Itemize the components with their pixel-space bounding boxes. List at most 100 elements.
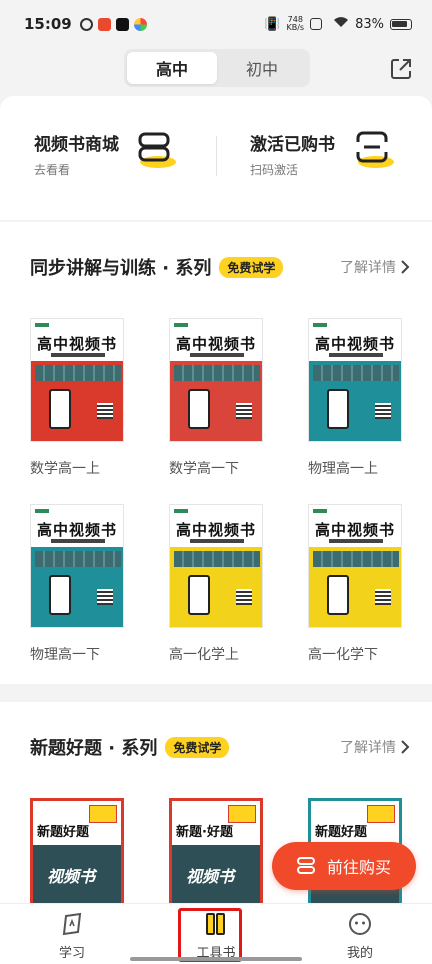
vibrate-icon: 📳 [264, 16, 281, 32]
book-card[interactable]: 新题·好题视频书 [169, 798, 263, 908]
cover-tag [174, 323, 188, 327]
book-store-icon [138, 132, 176, 168]
free-trial-badge: 免费试学 [219, 256, 284, 278]
cover-phone [327, 575, 349, 615]
app-notification-icon [79, 17, 93, 31]
cover-tag [313, 509, 327, 513]
book-card[interactable]: 新题好题视频书 [30, 798, 124, 908]
book-card[interactable]: 高中视频书高一化学上 [169, 504, 263, 664]
tab-high-school[interactable]: 高中 [127, 52, 217, 84]
cover-word: 视频书 [47, 867, 96, 886]
cover-subtitle-bar [329, 353, 383, 357]
cover-qr [236, 403, 252, 419]
book-label: 高一化学下 [308, 647, 378, 663]
video-book-store-subtitle: 去看看 [34, 163, 71, 177]
section-header: 新题好题 · 系列 免费试学 [30, 734, 230, 760]
tab-middle-school[interactable]: 初中 [217, 52, 307, 84]
cover-subtitle-bar [190, 353, 244, 357]
cover-title: 高中视频书 [36, 521, 117, 539]
learn-more-link[interactable]: 了解详情 [340, 737, 410, 757]
learn-more-link[interactable]: 了解详情 [340, 257, 410, 277]
cover-subtitle-bar [51, 353, 105, 357]
cover-title: 高中视频书 [175, 521, 256, 539]
learn-more-label: 了解详情 [340, 740, 396, 756]
battery-percent: 83% [355, 16, 384, 32]
status-bar: 15:09 📳 748 KB/s 83% [0, 0, 432, 48]
nav-label-learn: 学习 [58, 946, 85, 961]
cover-tag [313, 323, 327, 327]
book-card[interactable]: 高中视频书 数学高一下 [169, 318, 263, 478]
cover-sticker [367, 805, 395, 823]
book-card[interactable]: 高中视频书 数学高一上 [30, 318, 124, 478]
cover-strip [313, 365, 399, 381]
cover-subtitle-bar [51, 539, 105, 543]
sim-off-icon [310, 18, 323, 30]
cover-strip [174, 365, 260, 381]
activate-book-title: 激活已购书 [250, 135, 335, 155]
toolbook-highlight-box [178, 908, 242, 962]
activate-book-subtitle: 扫码激活 [250, 163, 299, 177]
cover-title: 新题好题 [315, 825, 368, 840]
go-buy-button[interactable]: 前往购买 [272, 842, 416, 890]
cover-title: 新题·好题 [176, 825, 233, 840]
profile-icon [349, 913, 371, 935]
book-cover: 新题·好题视频书 [169, 798, 263, 908]
cover-tag [174, 509, 188, 513]
go-buy-label: 前往购买 [326, 858, 391, 877]
activate-book-entry[interactable]: 激活已购书 扫码激活 [216, 96, 432, 220]
cover-title: 新题好题 [37, 825, 90, 840]
scan-icon [356, 131, 394, 168]
cover-tag [35, 509, 49, 513]
book-cover: 高中视频书 [30, 504, 124, 628]
section-title: 同步讲解与训练 · 系列 [30, 258, 212, 279]
video-book-store-entry[interactable]: 视频书商城 去看看 [0, 96, 216, 220]
book-label: 高一化学上 [169, 647, 239, 663]
cover-qr [97, 403, 113, 419]
cover-title: 高中视频书 [175, 335, 256, 353]
status-time: 15:09 [24, 15, 72, 33]
cover-phone [49, 389, 71, 429]
book-cover: 高中视频书 [308, 504, 402, 628]
wifi-icon [333, 16, 349, 32]
cover-phone [327, 389, 349, 429]
cover-tag [35, 323, 49, 327]
book-label: 物理高一上 [308, 461, 378, 477]
cover-phone [188, 389, 210, 429]
cover-qr [375, 403, 391, 419]
nav-label-profile: 我的 [346, 946, 373, 961]
book-store-icon [296, 857, 315, 874]
cover-word: 视频书 [186, 867, 235, 886]
home-indicator[interactable] [130, 957, 302, 961]
nav-item-profile[interactable]: 我的 [288, 904, 432, 964]
book-label: 物理高一下 [30, 647, 100, 663]
cover-qr [375, 589, 391, 605]
cover-strip [35, 365, 121, 381]
section-sync-training: 同步讲解与训练 · 系列 免费试学 了解详情 高中视频书 数学高一上 高中视频书 数学… [0, 222, 432, 684]
chevron-right-icon [401, 740, 410, 754]
book-cover: 高中视频书 [169, 504, 263, 628]
book-card[interactable]: 高中视频书物理高一下 [30, 504, 124, 664]
book-card[interactable]: 高中视频书高一化学下 [308, 504, 402, 664]
share-icon[interactable] [388, 56, 414, 82]
video-book-store-title: 视频书商城 [34, 135, 119, 155]
book-cover: 高中视频书 [169, 318, 263, 442]
app-notification-icon-2 [133, 17, 147, 31]
header: 高中 初中 [0, 48, 432, 92]
network-speed-unit: KB/s [286, 23, 305, 32]
book-card[interactable]: 高中视频书 物理高一上 [308, 318, 402, 478]
learn-more-label: 了解详情 [340, 260, 396, 276]
cover-strip [174, 551, 260, 567]
entry-card: 视频书商城 去看看 激活已购书 扫码激活 [0, 96, 432, 220]
cover-qr [236, 589, 252, 605]
cover-strip [35, 551, 121, 567]
book-label: 数学高一上 [30, 461, 100, 477]
cover-phone [188, 575, 210, 615]
cover-subtitle-bar [329, 539, 383, 543]
tiktok-notification-icon [115, 17, 129, 31]
nav-item-learn[interactable]: 学习 [0, 904, 144, 964]
free-trial-badge: 免费试学 [165, 736, 230, 758]
cover-qr [97, 589, 113, 605]
cover-strip [313, 551, 399, 567]
cover-subtitle-bar [190, 539, 244, 543]
cover-phone [49, 575, 71, 615]
